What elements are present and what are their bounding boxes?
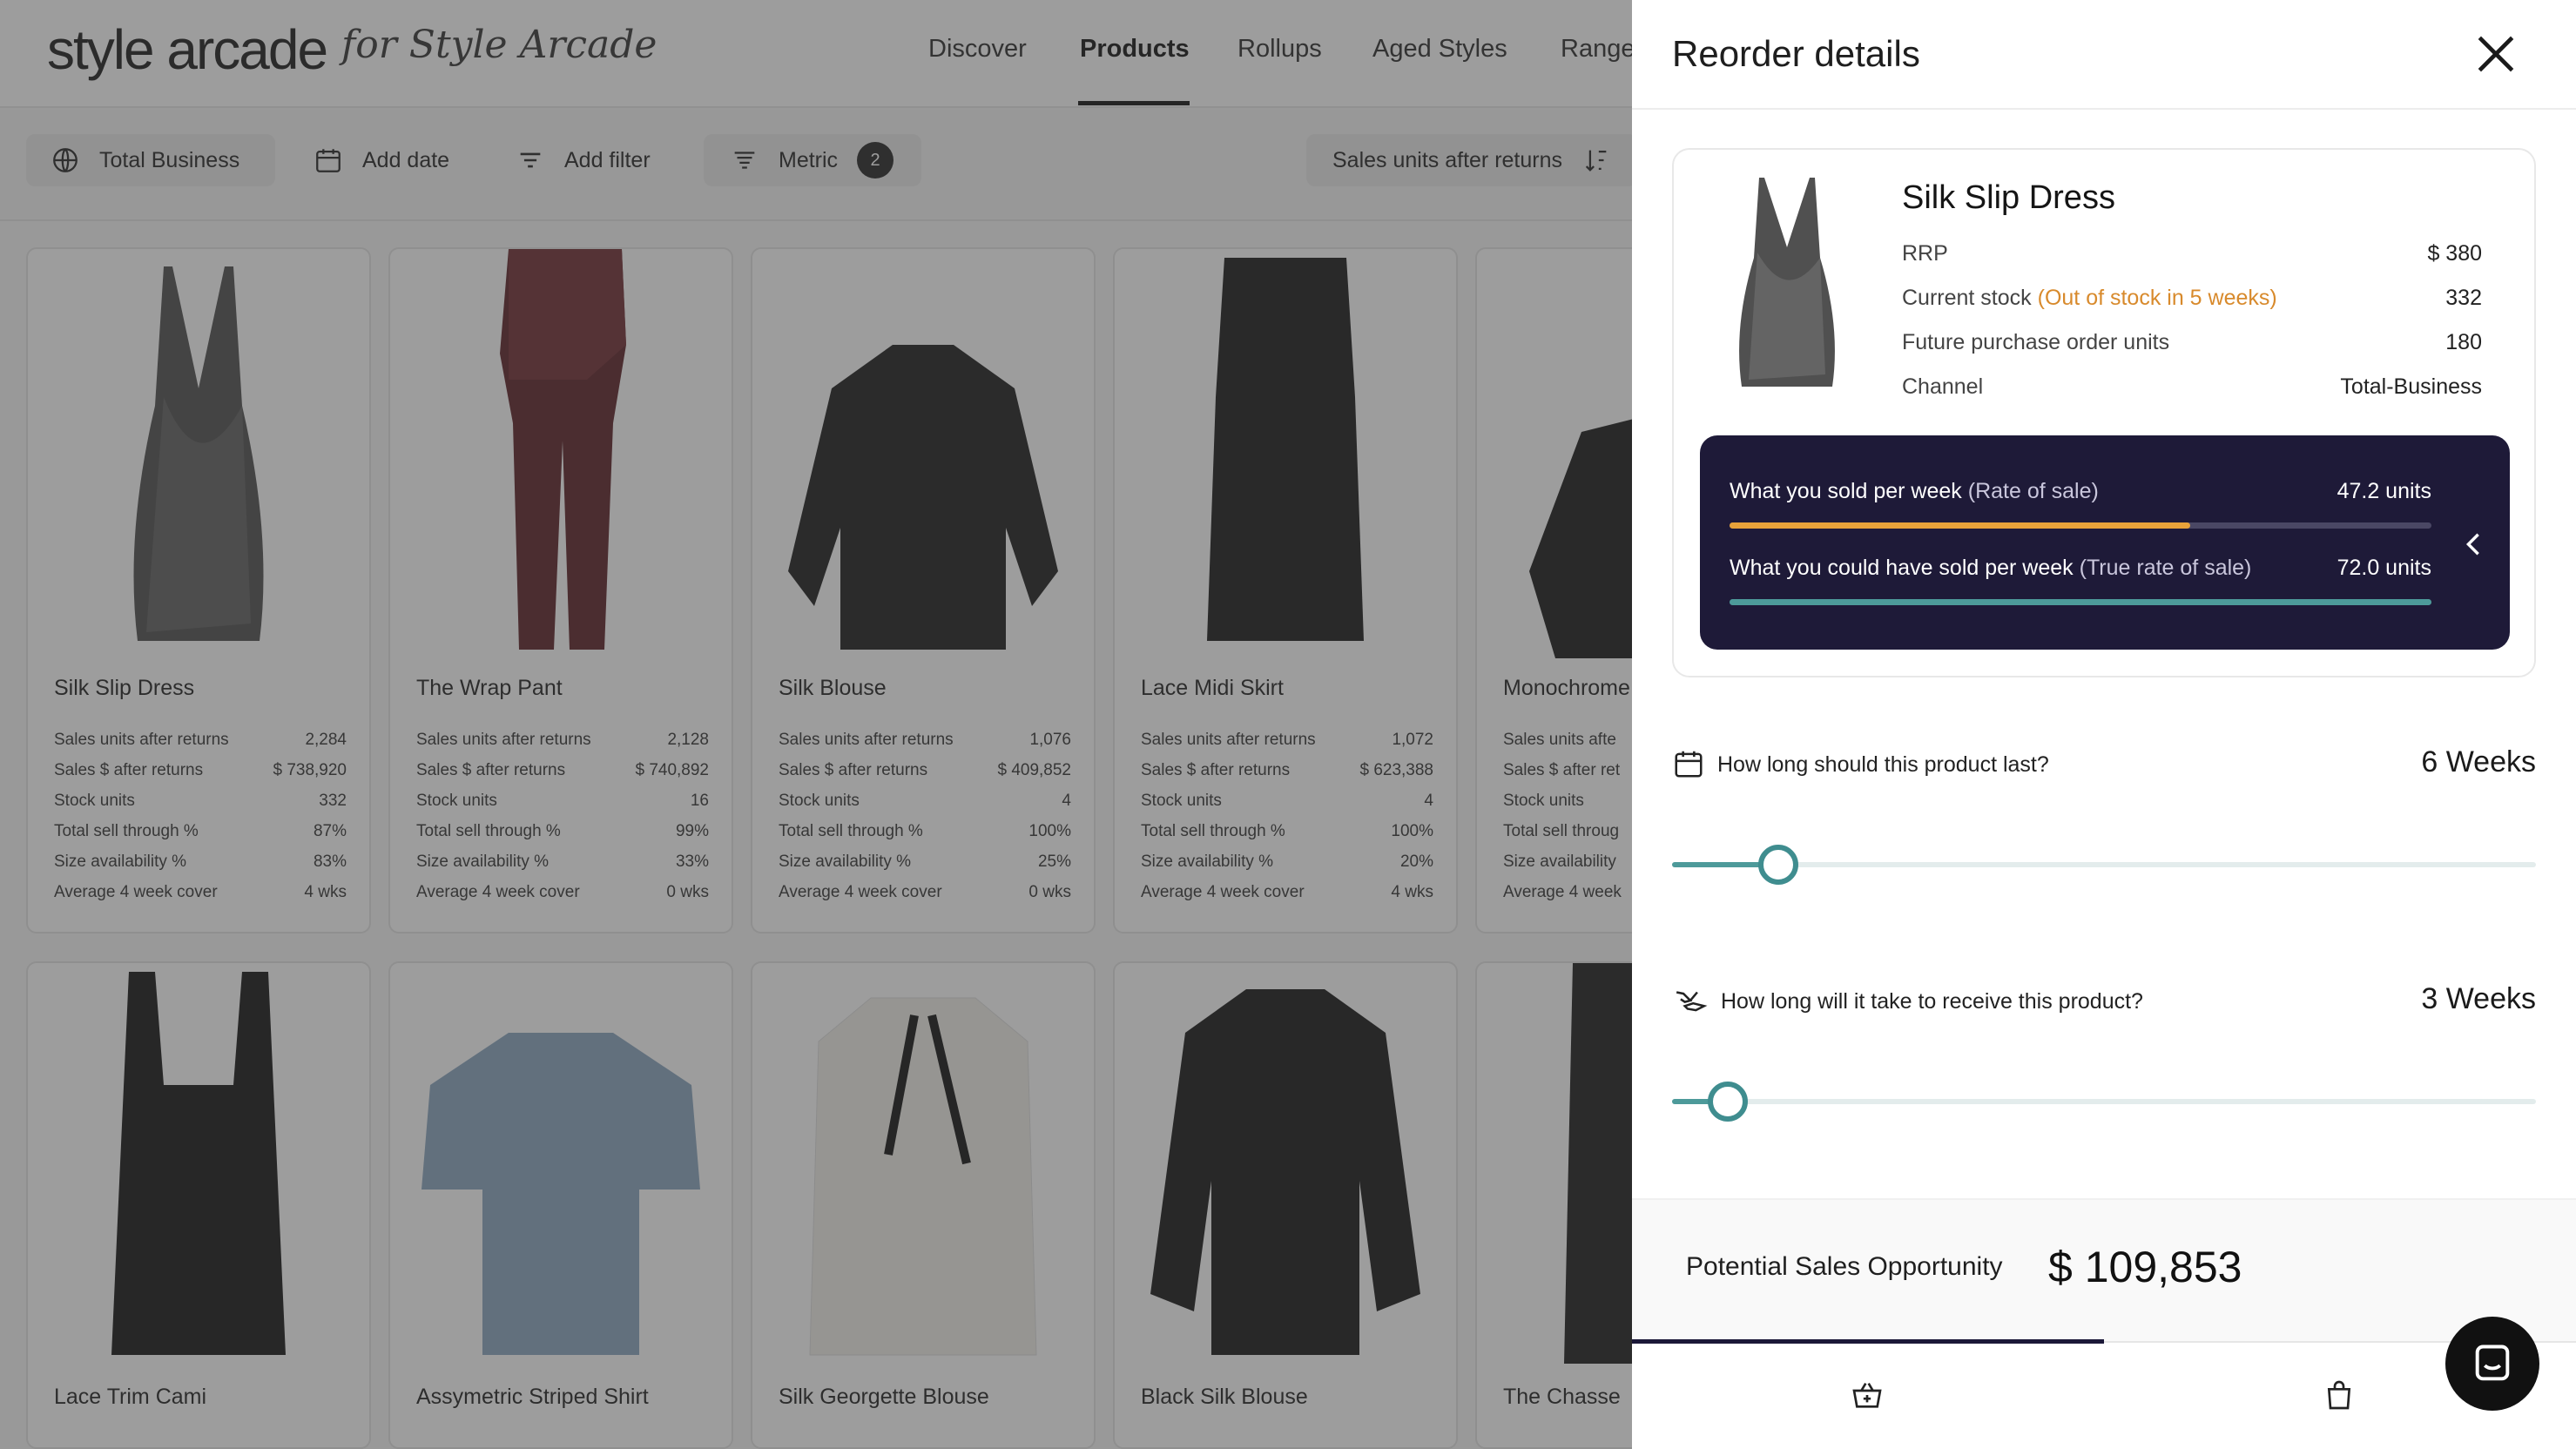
rrp-row: RRP $ 380 [1902,232,2482,276]
drawer-header: Reorder details [1632,0,2576,110]
current-stock-value: 332 [2445,286,2482,310]
rrp-label: RRP [1902,241,1948,266]
lead-time-slider[interactable] [1672,1080,2536,1123]
product-summary-card: Silk Slip Dress RRP $ 380 Current stock … [1672,148,2536,677]
slider-handle[interactable] [1708,1082,1749,1122]
future-po-value: 180 [2445,330,2482,354]
current-stock-row: Current stock (Out of stock in 5 weeks) … [1902,276,2482,320]
sold-per-week-sub: (Rate of sale) [1967,479,2099,503]
sold-progress-fill [1730,522,2190,529]
chat-icon [2475,1345,2510,1381]
slider-track [1672,862,2536,867]
close-icon[interactable] [2471,30,2520,78]
rate-of-sale-panel: What you sold per week (Rate of sale) 47… [1700,435,2510,650]
current-stock-label: Current stock [1902,286,2032,310]
shopping-bag-icon[interactable] [2322,1378,2357,1412]
sold-per-week-label: What you sold per week [1730,479,1962,503]
product-details: RRP $ 380 Current stock (Out of stock in… [1902,232,2482,409]
true-rate-row: What you could have sold per week (True … [1730,556,2431,581]
product-duration-value: 6 Weeks [2421,745,2536,778]
calendar-icon [1675,751,1703,778]
slider-handle[interactable] [1758,845,1799,885]
product-duration-slider[interactable] [1672,843,2536,886]
basket-add-icon[interactable] [1850,1378,1885,1412]
modal-overlay[interactable] [0,0,1632,1449]
product-duration-question: How long should this product last? 6 Wee… [1672,744,2536,885]
sold-progress-track [1730,522,2431,529]
slider-track [1672,1099,2536,1104]
channel-value: Total-Business [2340,374,2482,399]
drawer-title: Reorder details [1672,33,1920,74]
channel-label: Channel [1902,374,1984,399]
chevron-left-icon[interactable] [2463,531,2484,557]
true-rate-label: What you could have sold per week [1730,556,2074,580]
sold-per-week-row: What you sold per week (Rate of sale) 47… [1730,479,2431,504]
true-rate-sub: (True rate of sale) [2079,556,2252,580]
future-po-label: Future purchase order units [1902,330,2170,354]
true-rate-progress-track [1730,599,2431,605]
sales-opportunity-section: Potential Sales Opportunity $ 109,853 [1632,1198,2576,1341]
active-tab-indicator [1632,1339,2104,1344]
lead-time-value: 3 Weeks [2421,982,2536,1015]
rrp-value: $ 380 [2427,241,2482,266]
true-rate-value: 72.0 units [2337,556,2431,580]
product-title: Silk Slip Dress [1902,179,2115,216]
stock-warning: (Out of stock in 5 weeks) [2037,286,2277,310]
sales-opportunity-label: Potential Sales Opportunity [1686,1252,2003,1281]
lead-time-label: How long will it take to receive this pr… [1721,989,2143,1014]
airplane-icon [1676,991,1708,1012]
sales-opportunity-value: $ 109,853 [2048,1243,2242,1291]
drawer-tabs [1632,1339,2576,1449]
chat-launcher-button[interactable] [2445,1317,2539,1411]
reorder-drawer: Reorder details Silk Slip Dress RRP $ 38… [1632,0,2576,1449]
true-rate-progress-fill [1730,599,2431,605]
sold-per-week-value: 47.2 units [2337,479,2431,503]
future-po-row: Future purchase order units 180 [1902,320,2482,365]
product-duration-label: How long should this product last? [1717,752,2049,777]
lead-time-question: How long will it take to receive this pr… [1672,981,2536,1122]
product-thumbnail [1739,178,1835,387]
channel-row: Channel Total-Business [1902,365,2482,409]
